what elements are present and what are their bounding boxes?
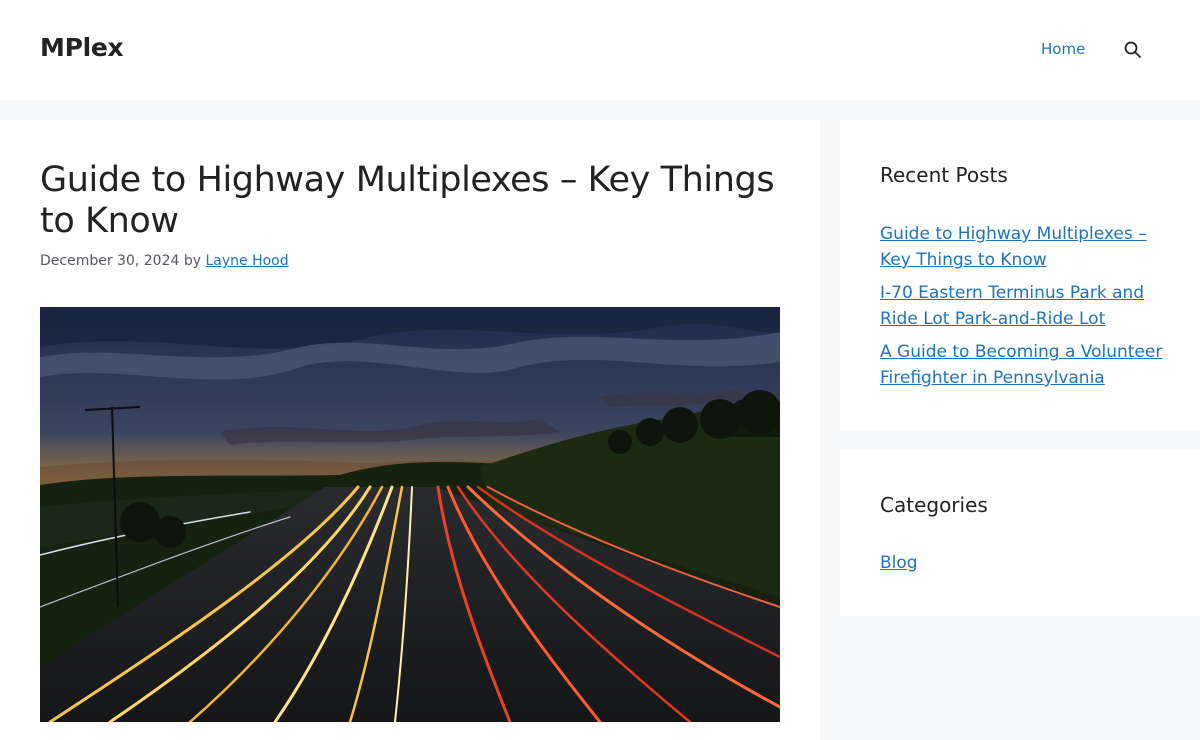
categories-widget: Categories Blog (840, 450, 1200, 616)
recent-posts-widget: Recent Posts Guide to Highway Multiplexe… (840, 120, 1200, 430)
category-link-blog[interactable]: Blog (880, 553, 918, 573)
page-title: Guide to Highway Multiplexes – Key Thing… (40, 160, 775, 241)
featured-image (40, 307, 780, 722)
author-link[interactable]: Layne Hood (205, 253, 288, 269)
site-header: MPlex Home (0, 0, 1200, 100)
entry-meta: December 30, 2024 by Layne Hood (40, 253, 289, 269)
categories-list: Blog (880, 550, 1170, 583)
recent-posts-list: Guide to Highway Multiplexes – Key Thing… (880, 221, 1170, 398)
list-item: Blog (880, 550, 1170, 576)
article-card: Guide to Highway Multiplexes – Key Thing… (0, 120, 820, 740)
list-item: I-70 Eastern Terminus Park and Ride Lot … (880, 280, 1170, 332)
post-date: December 30, 2024 (40, 253, 180, 269)
recent-post-link[interactable]: A Guide to Becoming a Volunteer Firefigh… (880, 342, 1162, 388)
site-title-link[interactable]: MPlex (40, 33, 124, 62)
by-label: by (183, 253, 202, 269)
recent-post-link[interactable]: Guide to Highway Multiplexes – Key Thing… (880, 224, 1147, 270)
list-item: Guide to Highway Multiplexes – Key Thing… (880, 221, 1170, 273)
categories-title: Categories (880, 493, 988, 517)
list-item: A Guide to Becoming a Volunteer Firefigh… (880, 339, 1170, 391)
recent-post-link[interactable]: I-70 Eastern Terminus Park and Ride Lot … (880, 283, 1144, 329)
nav-home-link[interactable]: Home (1041, 40, 1085, 58)
search-icon[interactable] (1123, 40, 1143, 60)
recent-posts-title: Recent Posts (880, 163, 1008, 187)
highway-sunset-light-trails-image (40, 307, 780, 722)
